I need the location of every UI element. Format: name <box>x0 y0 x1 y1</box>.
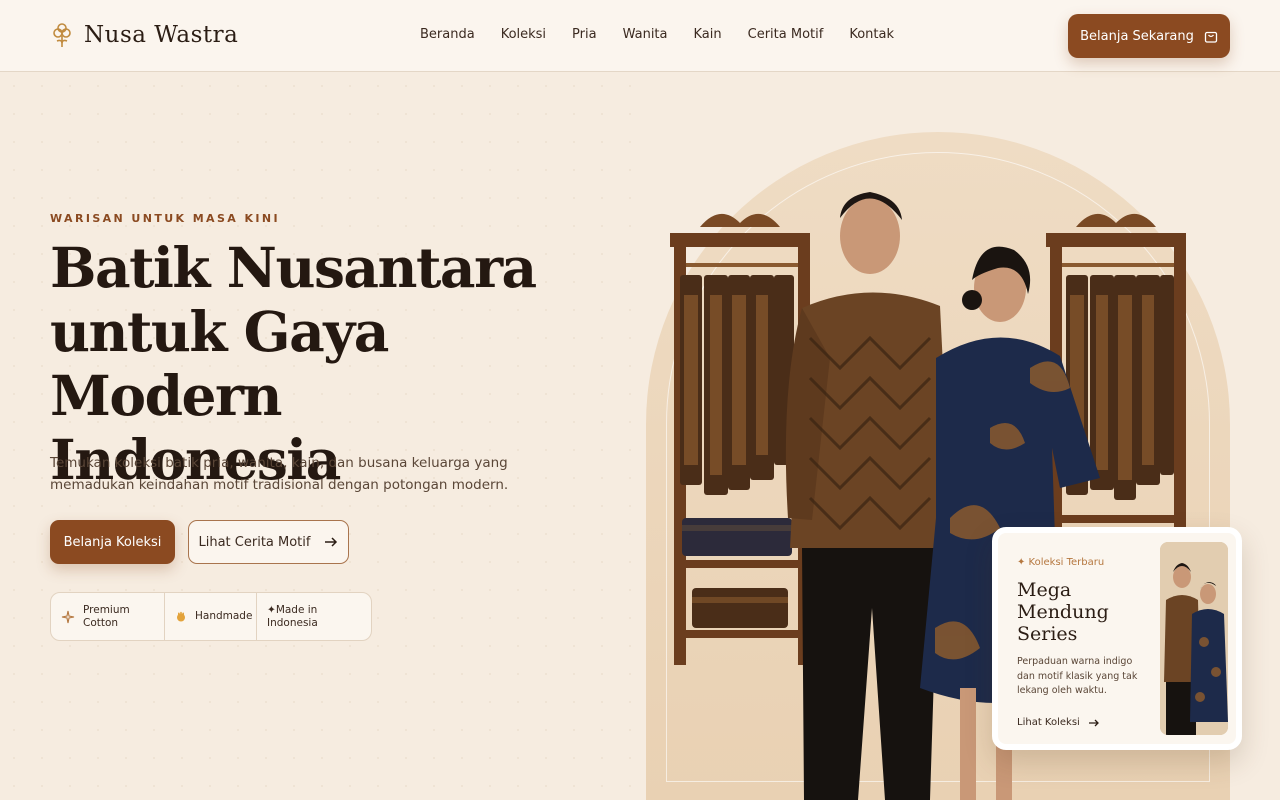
view-collection-link[interactable]: Lihat Koleksi <box>1017 717 1100 728</box>
nav-item-koleksi[interactable]: Koleksi <box>501 27 546 42</box>
card-badge: ✦ Koleksi Terbaru <box>1017 557 1105 568</box>
feature-label-line-1: Made in <box>275 603 318 616</box>
view-collection-label: Lihat Koleksi <box>1017 717 1080 728</box>
site-header: Nusa Wastra Beranda Koleksi Pria Wanita … <box>0 0 1280 72</box>
brand-logo[interactable]: Nusa Wastra <box>52 22 238 48</box>
featured-collection-card[interactable]: ✦ Koleksi Terbaru Mega Mendung Series Pe… <box>992 527 1242 750</box>
shop-now-button[interactable]: Belanja Sekarang <box>1068 14 1230 58</box>
feature-label: Handmade <box>195 610 253 622</box>
nav-item-wanita[interactable]: Wanita <box>623 27 668 42</box>
card-title-line-2: Mendung <box>1017 601 1109 623</box>
view-motif-story-button[interactable]: Lihat Cerita Motif <box>188 520 349 564</box>
nav-item-kain[interactable]: Kain <box>694 27 722 42</box>
hand-icon <box>175 611 187 623</box>
card-description: Perpaduan warna indigo dan motif klasik … <box>1017 656 1138 696</box>
hero-eyebrow: WARISAN UNTUK MASA KINI <box>50 212 280 225</box>
feature-label-line-2: Indonesia <box>267 616 318 629</box>
star-icon: ✦ <box>267 603 276 616</box>
feature-label-line-2: Cotton <box>83 616 119 629</box>
card-title: Mega Mendung Series <box>1017 579 1137 645</box>
shop-now-label: Belanja Sekarang <box>1080 28 1194 44</box>
feature-label: Premium Cotton <box>83 604 130 630</box>
feature-handmade: Handmade <box>164 593 256 640</box>
hero-title-line-2: untuk Gaya Modern <box>50 299 389 428</box>
feature-made-in-indonesia: ✦Made in Indonesia <box>256 593 371 640</box>
nav-item-pria[interactable]: Pria <box>572 27 597 42</box>
nav-item-kontak[interactable]: Kontak <box>849 27 894 42</box>
card-title-line-1: Mega <box>1017 579 1072 601</box>
shop-collection-label: Belanja Koleksi <box>63 534 162 550</box>
main-nav: Beranda Koleksi Pria Wanita Kain Cerita … <box>420 27 920 42</box>
feature-label: ✦Made in Indonesia <box>267 604 318 630</box>
nav-item-beranda[interactable]: Beranda <box>420 27 475 42</box>
nav-item-cerita-motif[interactable]: Cerita Motif <box>748 27 824 42</box>
hero-description: Temukan koleksi batik pria, wanita, kain… <box>50 455 509 493</box>
arrow-right-icon <box>324 536 338 548</box>
flower-icon <box>52 22 72 48</box>
feature-premium-cotton: Premium Cotton <box>51 593 164 640</box>
shopping-bag-icon <box>1204 29 1218 43</box>
feature-label-line-1: Premium <box>83 603 130 616</box>
view-motif-story-label: Lihat Cerita Motif <box>198 534 311 550</box>
sparkle-icon <box>61 610 75 624</box>
card-thumbnail <box>1160 542 1228 735</box>
card-title-line-3: Series <box>1017 623 1078 645</box>
arrow-right-icon <box>1088 718 1100 728</box>
feature-list: Premium Cotton Handmade ✦Made in Indones… <box>50 592 372 641</box>
brand-name: Nusa Wastra <box>84 22 239 48</box>
shop-collection-button[interactable]: Belanja Koleksi <box>50 520 175 564</box>
hero-title-line-1: Batik Nusantara <box>50 235 537 300</box>
